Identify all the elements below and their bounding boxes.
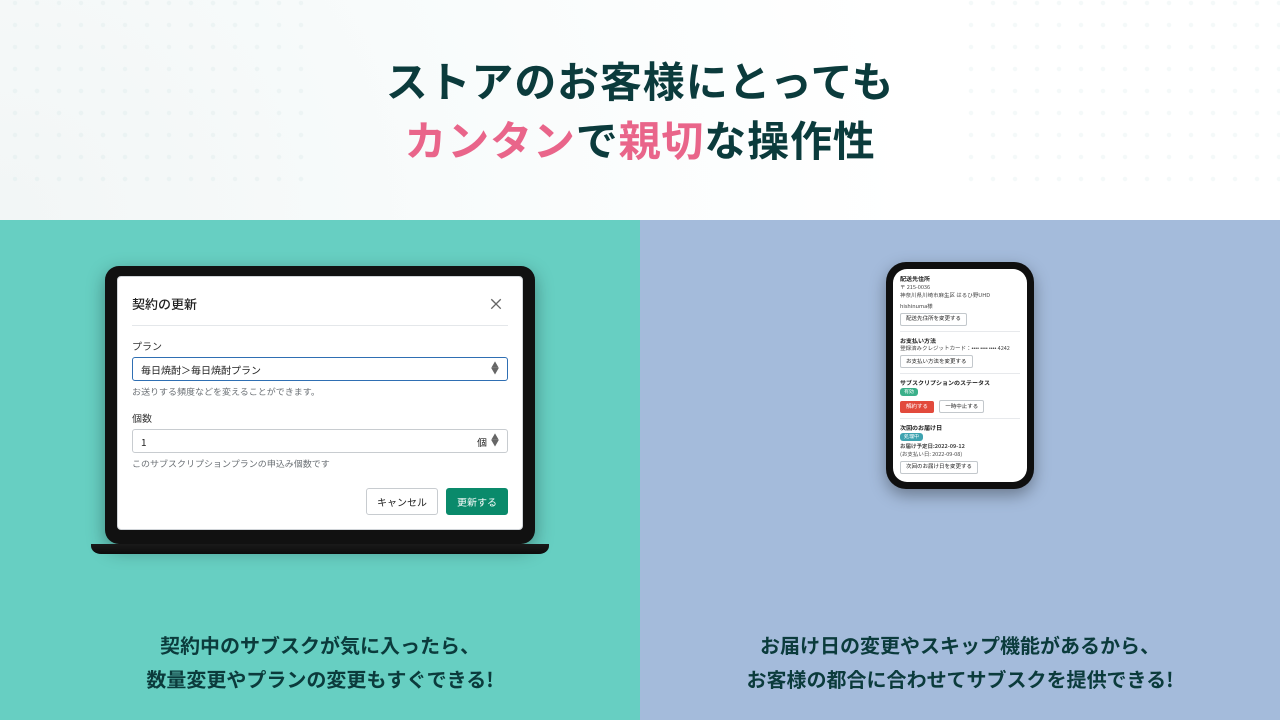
modal-update-contract: 契約の更新 × プラン 毎日焼酎＞毎日焼酎プラン ▲▼ お送りする頻度などを変え… xyxy=(117,276,523,530)
pause-subscription-button[interactable]: 一時中止する xyxy=(939,400,984,413)
panel-right-cap1: お届け日の変更やスキップ機能があるから、 xyxy=(760,630,1160,659)
change-delivery-date-button[interactable]: 次回のお届け日を変更する xyxy=(900,461,978,474)
cancel-button[interactable]: キャンセル xyxy=(366,488,438,515)
panel-right: 配送先住所 〒 215-0036 神奈川県川崎市麻生区 はるひ野UHD hish… xyxy=(640,220,1280,720)
quantity-stepper[interactable]: 1 個 ▲▼ xyxy=(132,429,508,453)
next-status-badge: 処理中 xyxy=(900,433,923,441)
status-title: サブスクリプションのステータス xyxy=(900,379,1020,388)
panel-right-caption: お届け日の変更やスキップ機能があるから、 お客様の都合に合わせてサブスクを提供で… xyxy=(640,628,1280,696)
hero: ストアのお客様にとっても カンタンで親切な操作性 xyxy=(0,0,1280,220)
hero-headline: ストアのお客様にとっても カンタンで親切な操作性 xyxy=(386,51,895,169)
addr-name: hishinuma様 xyxy=(900,303,1020,311)
next-paydate: (お支払い日: 2022-09-08) xyxy=(900,451,1020,459)
section-payment: お支払い方法 登録済みクレジットカード：•••• •••• •••• 4242 … xyxy=(900,331,1020,369)
addr-line: 神奈川県川崎市麻生区 はるひ野UHD xyxy=(900,292,1020,300)
qty-unit: 個 xyxy=(477,434,487,449)
laptop-mock: 契約の更新 × プラン 毎日焼酎＞毎日焼酎プラン ▲▼ お送りする頻度などを変え… xyxy=(105,266,535,554)
modal-title: 契約の更新 xyxy=(132,294,197,313)
hero-accent-1: カンタン xyxy=(404,108,575,169)
panel-left-cap1: 契約中のサブスクが気に入ったら、 xyxy=(160,630,480,659)
hero-line1: ストアのお客様にとっても xyxy=(386,49,895,110)
plan-help: お送りする頻度などを変えることができます。 xyxy=(132,385,508,398)
qty-label: 個数 xyxy=(132,410,508,425)
plan-select-value: 毎日焼酎＞毎日焼酎プラン xyxy=(141,362,261,377)
close-icon[interactable]: × xyxy=(484,289,508,317)
panel-right-cap2: お客様の都合に合わせてサブスクを提供できる! xyxy=(747,664,1174,693)
plan-select[interactable]: 毎日焼酎＞毎日焼酎プラン ▲▼ xyxy=(132,357,508,381)
chevron-updown-icon: ▲▼ xyxy=(491,363,499,375)
hero-accent-2: 親切 xyxy=(619,108,705,169)
qty-help: このサブスクリプションプランの申込み個数です xyxy=(132,457,508,470)
section-status: サブスクリプションのステータス 有効 解約する 一時中止する xyxy=(900,373,1020,413)
stepper-updown-icon: ▲▼ xyxy=(491,435,499,447)
change-address-button[interactable]: 配送先住所を変更する xyxy=(900,313,967,326)
cancel-subscription-button[interactable]: 解約する xyxy=(900,401,934,413)
hero-mid: で xyxy=(576,108,619,169)
phone-mock: 配送先住所 〒 215-0036 神奈川県川崎市麻生区 はるひ野UHD hish… xyxy=(886,262,1034,489)
status-badge: 有効 xyxy=(900,388,918,396)
panel-left-caption: 契約中のサブスクが気に入ったら、 数量変更やプランの変更もすぐできる! xyxy=(0,628,640,696)
plan-label: プラン xyxy=(132,338,508,353)
section-next-delivery: 次回のお届け日 処理中 お届け予定日:2022-09-12 (お支払い日: 20… xyxy=(900,418,1020,474)
section-shipping-address: 配送先住所 〒 215-0036 神奈川県川崎市麻生区 はるひ野UHD hish… xyxy=(900,275,1020,326)
change-payment-button[interactable]: お支払い方法を変更する xyxy=(900,355,973,368)
laptop-base xyxy=(91,544,549,554)
qty-value: 1 xyxy=(141,434,147,449)
update-button[interactable]: 更新する xyxy=(446,488,508,515)
hero-end: な操作性 xyxy=(704,108,875,169)
pay-line: 登録済みクレジットカード：•••• •••• •••• 4242 xyxy=(900,345,1020,353)
panel-left-cap2: 数量変更やプランの変更もすぐできる! xyxy=(146,664,493,693)
panel-left: 契約の更新 × プラン 毎日焼酎＞毎日焼酎プラン ▲▼ お送りする頻度などを変え… xyxy=(0,220,640,720)
next-title: 次回のお届け日 xyxy=(900,424,1020,433)
